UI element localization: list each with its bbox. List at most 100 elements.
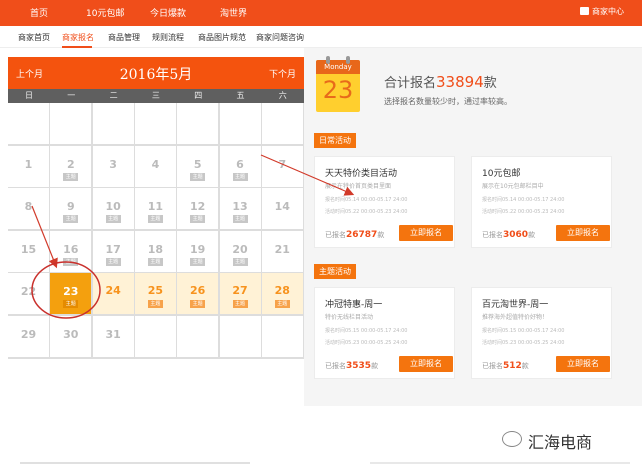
day-number: 17 — [105, 242, 121, 256]
calendar-day[interactable]: 20 主题 — [219, 230, 261, 272]
calendar-day — [50, 103, 92, 144]
wechat-icon — [502, 431, 522, 447]
day-number: 15 — [20, 242, 37, 256]
sub-navigation-bar: 商家首页 商家报名 商品管理 规则流程 商品图片规范 商家问题咨询 — [0, 26, 642, 48]
calendar-day[interactable]: 30 — [50, 315, 92, 357]
calendar-day[interactable]: 18 主题 — [134, 230, 176, 272]
calendar-day — [177, 103, 219, 144]
signup-now-button[interactable]: 立即报名 — [399, 225, 453, 241]
calendar-header: 上个月 2016年5月 下个月 — [8, 57, 304, 89]
theme-tag: 主题 — [63, 215, 79, 223]
day-number: 6 — [236, 157, 244, 171]
calendar-day[interactable]: 25 主题 — [134, 273, 176, 314]
day-number: 19 — [190, 242, 206, 256]
next-month-button[interactable]: 下个月 — [269, 67, 296, 80]
theme-tag: 主题 — [232, 257, 248, 266]
day-number: 4 — [151, 157, 160, 171]
signup-now-button[interactable]: 立即报名 — [556, 225, 610, 241]
theme-tag: 主题 — [63, 257, 79, 266]
card-activity-time: 活动时间05.22 00:00-05.23 24:00 — [482, 209, 565, 215]
calendar-month-title: 2016年5月 — [119, 67, 193, 83]
theme-tag: 主题 — [63, 172, 79, 181]
calendar-day[interactable]: 12 主题 — [177, 188, 219, 229]
calendar-day[interactable]: 31 — [92, 315, 134, 357]
subnav-merchant-signup[interactable]: 商家报名 — [62, 32, 94, 43]
theme-tag: 主题 — [105, 215, 121, 223]
calendar-day[interactable]: 22 — [8, 273, 49, 314]
weekday-label: 日 — [25, 91, 33, 100]
activity-card: 10元包邮 展示在10元包邮栏目中 报名时间05.14 00:00-05.17 24… — [471, 156, 612, 248]
theme-tag: 主题 — [147, 215, 163, 223]
calendar-day[interactable]: 14 — [261, 188, 303, 229]
brand-name: 汇海电商 — [528, 433, 593, 452]
calendar-day[interactable]: 6 主题 — [219, 145, 261, 187]
card-signup-time: 报名时间05.15 00:00-05.17 24:00 — [482, 328, 565, 334]
calendar-day[interactable]: 10 主题 — [92, 188, 134, 229]
subnav-merchant-home[interactable]: 商家首页 — [18, 32, 50, 43]
signup-total: 合计报名33894款 — [384, 73, 497, 91]
theme-tag: 主题 — [274, 300, 290, 308]
day-number: 29 — [20, 327, 37, 341]
day-number: 2 — [66, 157, 75, 171]
day-number: 31 — [105, 327, 121, 341]
calendar-day[interactable]: 27 主题 — [219, 273, 261, 314]
day-number: 26 — [190, 284, 206, 297]
calendar-day[interactable]: 4 — [134, 145, 176, 187]
top-navigation-bar: 首页 10元包邮 今日爆款 淘世界 商家中心 — [0, 0, 642, 26]
card-activity-time: 活动时间05.23 00:00-05.25 24:00 — [325, 340, 408, 346]
calendar-day[interactable]: 15 — [8, 230, 49, 272]
calendar-day[interactable]: 29 — [8, 315, 49, 357]
activity-card: 冲冠特惠-周一 特价无线栏目活动 报名时间05.15 00:00-05.17 24:… — [314, 287, 455, 379]
subnav-image-specs[interactable]: 商品图片规范 — [198, 32, 246, 43]
card-title: 百元淘世界-周一 — [482, 300, 549, 310]
calendar-day[interactable]: 21 — [261, 230, 303, 272]
calendar-day-today[interactable]: 23 主题 — [50, 273, 92, 314]
calendar-day[interactable]: 9 主题 — [50, 188, 92, 229]
nav-link-today-hot[interactable]: 今日爆款 — [150, 6, 186, 19]
calendar-day[interactable]: 5 主题 — [177, 145, 219, 187]
day-number: 30 — [63, 327, 79, 341]
weekday-label: 四 — [194, 91, 203, 100]
theme-tag: 主题 — [232, 300, 248, 308]
subnav-product-management[interactable]: 商品管理 — [108, 32, 140, 43]
calendar-day[interactable]: 8 — [8, 188, 49, 229]
card-signup-count: 已报名512款 — [482, 361, 529, 371]
nav-link-home[interactable]: 首页 — [30, 6, 48, 19]
calendar-day[interactable]: 24 — [92, 273, 134, 314]
calendar-day[interactable]: 26 主题 — [177, 273, 219, 314]
nav-link-taoshijie[interactable]: 淘世界 — [220, 6, 247, 19]
calendar-day[interactable]: 1 — [8, 145, 49, 187]
card-signup-count: 已报名3535款 — [325, 361, 379, 371]
theme-activity-section-label: 主题活动 — [314, 264, 356, 279]
weekday-label: 二 — [109, 91, 118, 100]
calendar-day[interactable]: 19 主题 — [177, 230, 219, 272]
date-icon-day: 23 — [322, 76, 354, 104]
day-number: 14 — [274, 200, 290, 213]
subnav-faq[interactable]: 商家问题咨询 — [256, 32, 304, 43]
calendar-day[interactable]: 7 — [261, 145, 303, 187]
merchant-center-link[interactable]: 商家中心 — [580, 6, 624, 17]
nav-link-free-shipping[interactable]: 10元包邮 — [86, 6, 124, 19]
signup-now-button[interactable]: 立即报名 — [399, 356, 453, 372]
card-subtitle: 展示在10元包邮栏目中 — [482, 183, 544, 190]
signup-hint: 选择报名数量较少时，通过率较高。 — [384, 97, 512, 106]
calendar-day — [219, 315, 261, 357]
calendar-day[interactable]: 17 主题 — [92, 230, 134, 272]
calendar-day[interactable]: 16 主题 — [50, 230, 92, 272]
calendar-day[interactable]: 28 主题 — [261, 273, 303, 314]
date-icon-weekday: Monday — [316, 60, 360, 74]
calendar-day — [92, 103, 134, 144]
activity-card: 百元淘世界-周一 推荐海外超值特价好物！ 报名时间05.15 00:00-05.17… — [471, 287, 612, 379]
calendar-day — [8, 103, 49, 144]
day-number: 11 — [147, 200, 164, 213]
calendar-day[interactable]: 2 主题 — [50, 145, 92, 187]
calendar-day[interactable]: 13 主题 — [219, 188, 261, 229]
daily-activity-section-label: 日常活动 — [314, 133, 356, 148]
theme-tag: 主题 — [232, 215, 248, 223]
card-activity-time: 活动时间05.22 00:00-05.23 24:00 — [325, 209, 408, 215]
card-activity-time: 活动时间05.23 00:00-05.25 24:00 — [482, 340, 565, 346]
calendar-day[interactable]: 11 主题 — [134, 188, 176, 229]
subnav-rules[interactable]: 规则流程 — [152, 32, 184, 43]
signup-now-button[interactable]: 立即报名 — [556, 356, 610, 372]
calendar-day[interactable]: 3 — [92, 145, 134, 187]
